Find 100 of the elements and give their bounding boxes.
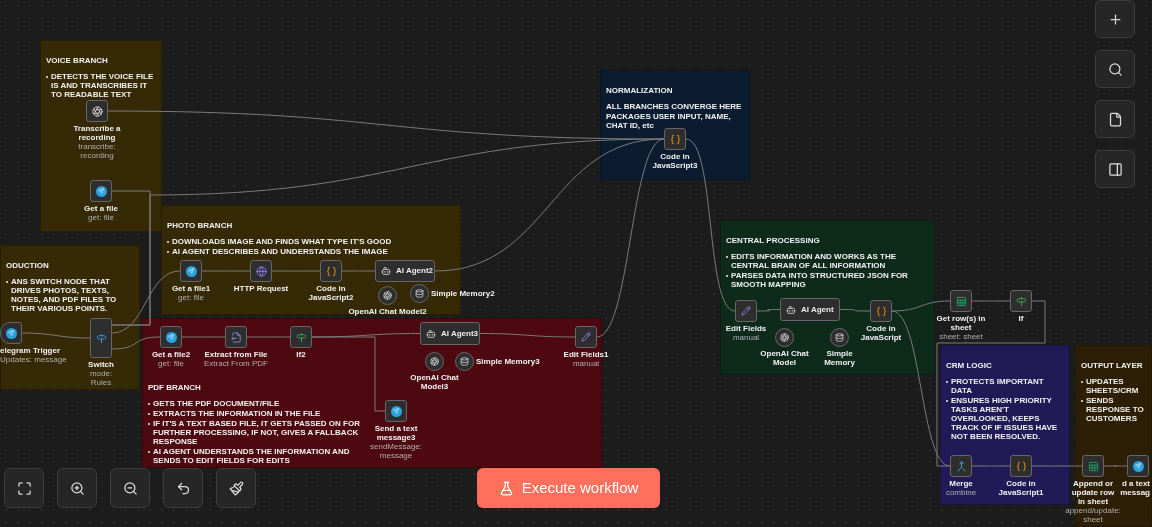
workflow-node[interactable] [735, 300, 757, 322]
node-subtitle: append/update: sheet [1065, 506, 1121, 524]
node-label: OpenAI Chat Model2 [348, 307, 427, 316]
workflow-node[interactable] [385, 400, 407, 422]
workflow-node[interactable]: AI Agent3 [420, 322, 480, 345]
node-label: HTTP Request [233, 284, 289, 293]
note-text: UPDATES SHEETS/CRM [1086, 377, 1140, 395]
database-icon [835, 333, 844, 342]
node-subtitle: get: file [158, 359, 184, 368]
database-icon [415, 289, 424, 298]
note-title: NORMALIZATION [606, 86, 673, 95]
search-button[interactable] [1095, 50, 1135, 88]
workflow-node[interactable]: AI Agent [780, 298, 840, 321]
workflow-node[interactable] [225, 326, 247, 348]
node-label: Send a text message3 [373, 424, 419, 442]
node-subtitle: manual [572, 359, 600, 368]
node-label: Code in JavaScript2 [307, 284, 355, 302]
note-title: PHOTO BRANCH [167, 221, 233, 230]
workflow-node[interactable] [870, 300, 892, 322]
note-text: AI AGENT UNDERSTANDS THE INFORMATION AND SENDS TO EDIT FIELDS FOR EDITS [153, 447, 351, 465]
note-text: SENDS RESPONSE TO CUSTOMERS [1086, 396, 1145, 423]
node-label: Simple Memory3 [476, 356, 540, 366]
node-label: Extract from File [204, 350, 268, 359]
undo-button[interactable] [163, 468, 203, 508]
node-label: Get a file [84, 204, 118, 213]
workflow-node[interactable] [86, 100, 108, 122]
panel-icon [1107, 161, 1123, 177]
node-label: AI Agent2 [396, 265, 434, 277]
workflow-node[interactable] [90, 180, 112, 202]
workflow-node[interactable] [90, 318, 112, 358]
paper-plane-icon [95, 185, 107, 197]
node-subtitle: Extract From PDF [204, 359, 268, 368]
signpost-icon [1015, 295, 1027, 307]
node-label: Edit Fields1 [563, 350, 609, 359]
node-label: AI Agent [801, 303, 834, 316]
workflow-node[interactable] [664, 128, 686, 150]
search-icon [1107, 61, 1123, 77]
paper-plane-icon [390, 405, 402, 417]
note-text: EXTRACTS THE INFORMATION IN THE FILE [153, 409, 321, 418]
workflow-node[interactable] [950, 455, 972, 477]
workflow-node[interactable] [950, 290, 972, 312]
fit-view-button[interactable] [4, 468, 44, 508]
node-subtitle: sheet: sheet [939, 332, 983, 341]
paper-plane-icon [1132, 460, 1144, 472]
braces-icon [669, 133, 681, 145]
workflow-node[interactable] [1082, 455, 1104, 477]
workflow-node[interactable] [575, 326, 597, 348]
workflow-node[interactable] [1010, 455, 1032, 477]
workflow-node[interactable] [320, 260, 342, 282]
zoom-in-button[interactable] [57, 468, 97, 508]
node-label: OpenAI Chat Model3 [409, 373, 460, 391]
node-label: Transcribe a recording [72, 124, 122, 142]
workflow-node[interactable]: AI Agent2 [375, 260, 435, 282]
node-label: Code in JavaScript1 [997, 479, 1045, 497]
connection-line [1103, 465, 1128, 467]
sticky-note-button[interactable] [1095, 100, 1135, 138]
node-label: Append or update row in sheet [1070, 479, 1116, 506]
note-text: IF IT'S A TEXT BASED FILE, IT GETS PASSED ON FOR FURTHER PROCESSING, IF NOT, GIVES A FALLBACK RESPONSE [153, 419, 361, 446]
workflow-node[interactable] [1127, 455, 1149, 477]
workflow-node[interactable] [160, 326, 182, 348]
connection-line [111, 336, 161, 350]
workflow-node[interactable] [290, 326, 312, 348]
note-text: EDITS INFORMATION AND WORKS AS THE CENTRAL BRAIN OF ALL INFORMATION [731, 252, 898, 270]
node-label: Simple Memory [823, 349, 856, 367]
workflow-node[interactable] [180, 260, 202, 282]
spreadsheet-icon [1087, 460, 1099, 472]
node-subtitle: combine [945, 488, 977, 497]
note-title: PDF BRANCH [148, 383, 201, 392]
pencil-icon [581, 332, 591, 342]
node-subtitle: sendMessage: message [369, 442, 423, 460]
aperture-icon [383, 291, 392, 300]
paper-plane-icon [5, 327, 17, 339]
globe-icon [255, 265, 267, 277]
note-text: GETS THE PDF DOCUMENT/FILE [153, 399, 280, 408]
note-text: ALL BRANCHES CONVERGE HERE [606, 102, 742, 111]
node-subtitle: mode: Rules [88, 369, 114, 387]
signpost-icon [95, 332, 107, 344]
paper-plane-icon [165, 331, 177, 343]
pencil-icon [741, 306, 751, 316]
workflow-node[interactable] [1010, 290, 1032, 312]
fullscreen-icon [16, 480, 32, 496]
aperture-icon [430, 357, 439, 366]
zoom-out-button[interactable] [110, 468, 150, 508]
node-label: Get a file2 [151, 350, 191, 359]
connection-line [21, 332, 91, 339]
connection-line [839, 309, 871, 312]
braces-icon [875, 305, 887, 317]
node-label: Switch [88, 360, 114, 369]
tidy-up-button[interactable] [216, 468, 256, 508]
panel-toggle-button[interactable] [1095, 150, 1135, 188]
brush-icon [228, 480, 244, 496]
zoom-out-icon [122, 480, 138, 496]
undo-icon [175, 480, 191, 496]
node-subtitle: transcribe: recording [77, 142, 117, 160]
workflow-node[interactable] [0, 322, 22, 344]
node-label: d a text messag [1119, 479, 1150, 497]
braces-icon [325, 265, 337, 277]
document-icon [1107, 111, 1123, 127]
workflow-node[interactable] [250, 260, 272, 282]
note-title: CENTRAL PROCESSING [726, 236, 820, 245]
